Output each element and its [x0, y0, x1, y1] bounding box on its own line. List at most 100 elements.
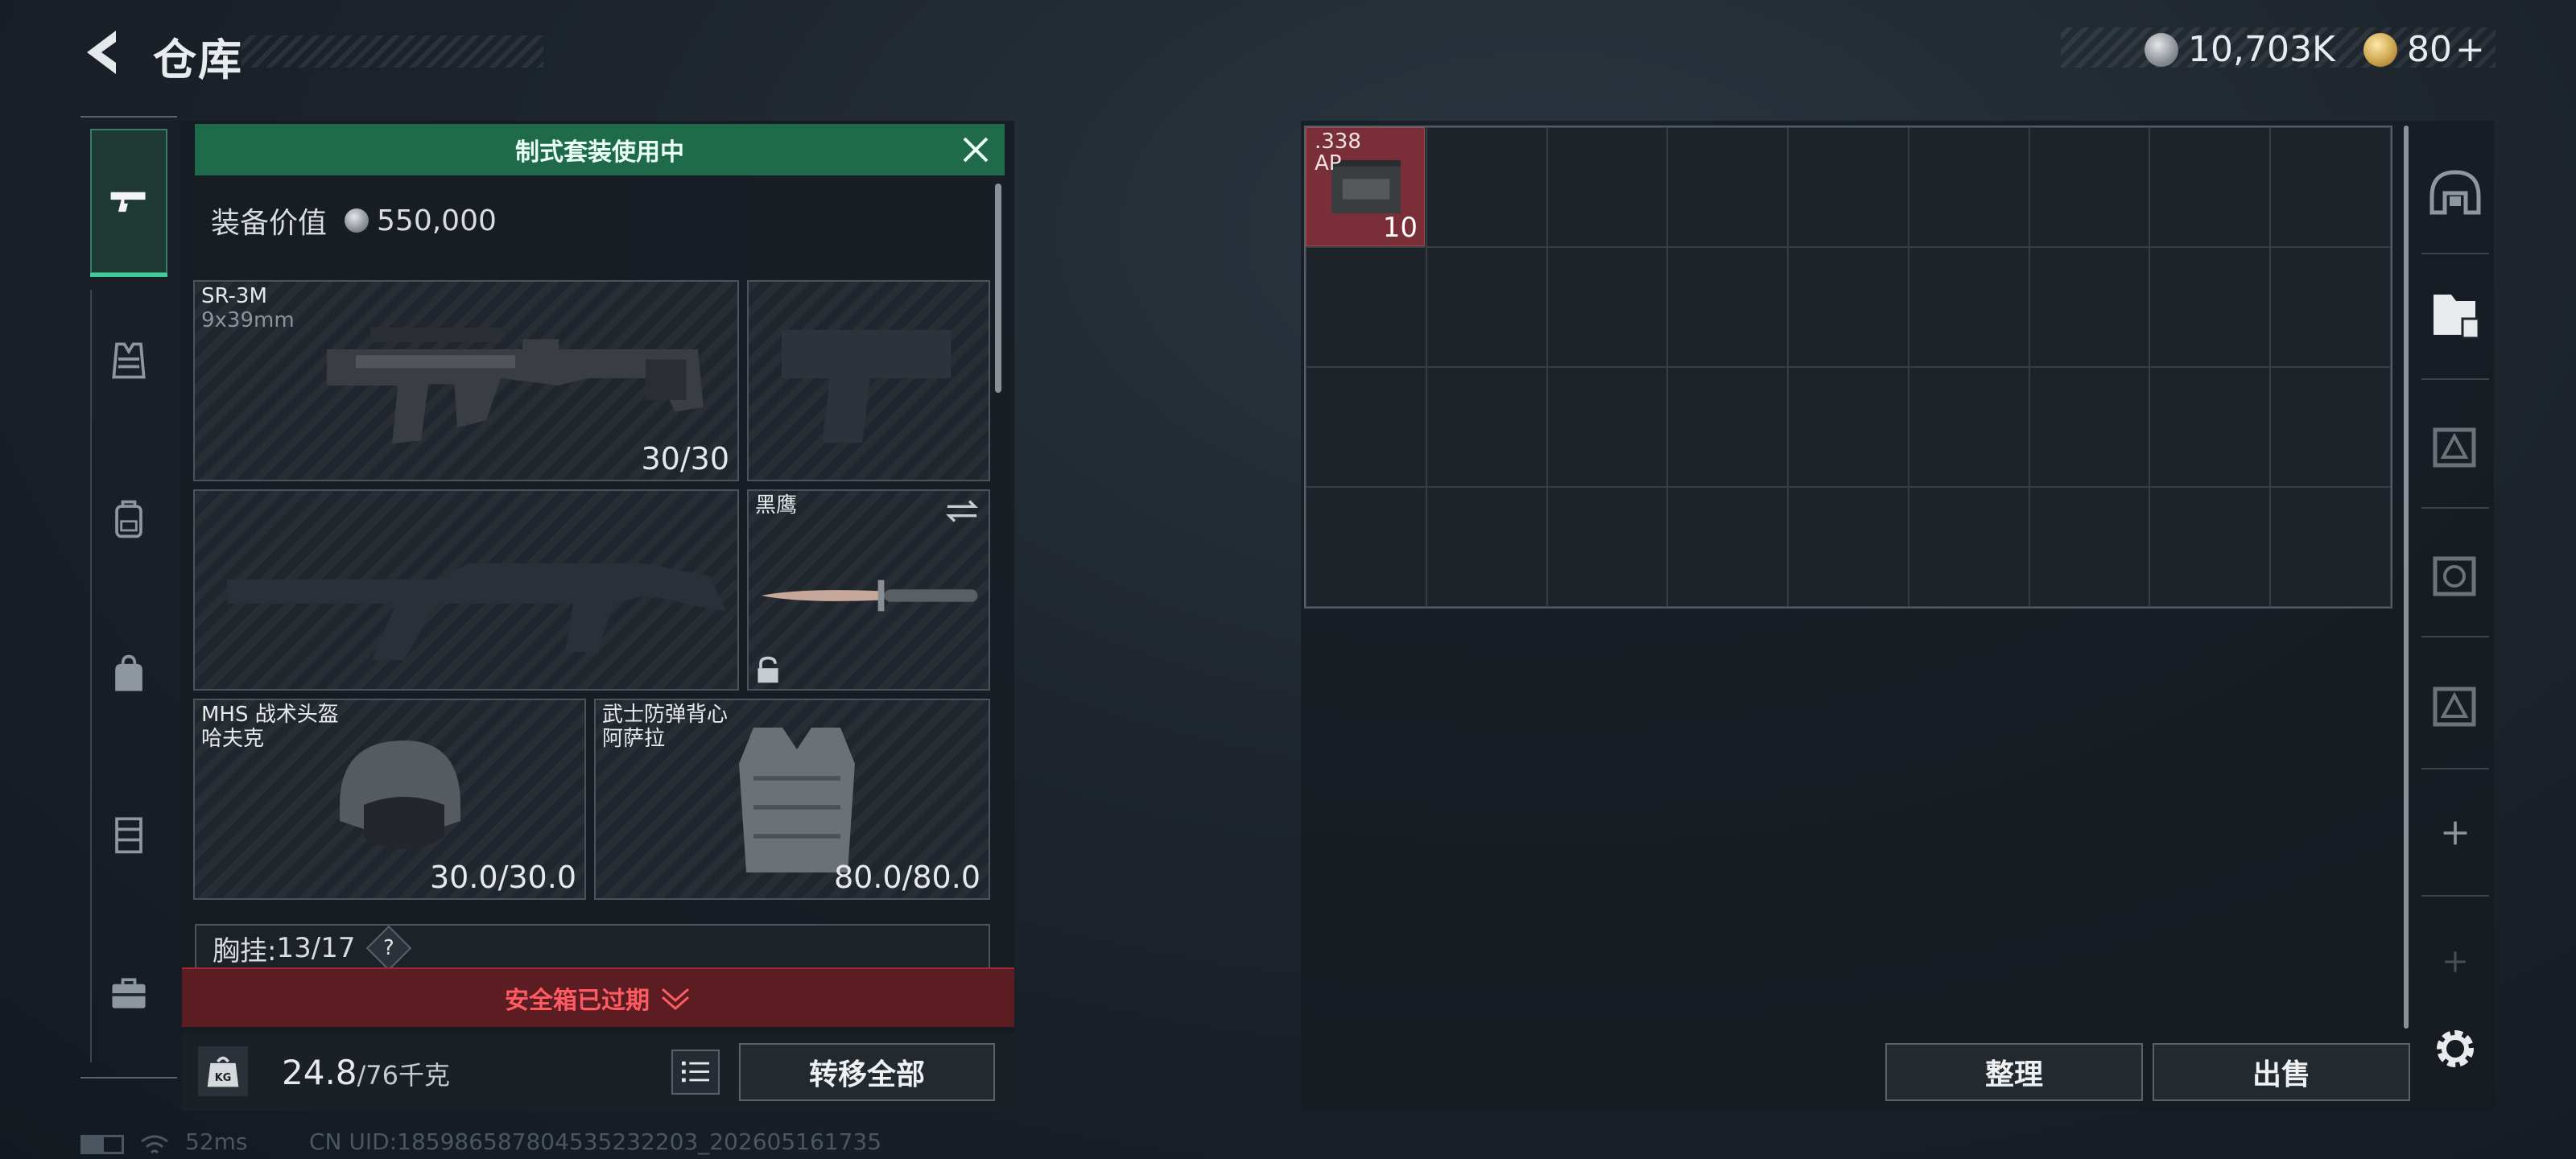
stash-cell[interactable]: [2149, 367, 2271, 487]
close-icon[interactable]: [958, 132, 993, 167]
category-weapons[interactable]: [90, 129, 167, 277]
pistol-icon: [110, 192, 146, 212]
stash-cell[interactable]: [2029, 127, 2150, 247]
add-container-button[interactable]: [2421, 789, 2489, 877]
stash-cell[interactable]: [1546, 367, 1668, 487]
stash-cell[interactable]: [1306, 487, 1426, 607]
user-id: CN UID:18598658780453523220​3_2026051617…: [309, 1128, 882, 1155]
rail-divider: [2421, 507, 2489, 509]
stash-cell[interactable]: [2149, 127, 2271, 247]
silver-coin-icon: [345, 208, 369, 233]
stash-cell[interactable]: [1426, 367, 1547, 487]
safebox-expired-banner[interactable]: 安全箱已过期: [182, 967, 1014, 1027]
armor-name: 武士防弹背心 阿萨拉: [602, 703, 729, 751]
silver-coin-icon: [2145, 32, 2178, 67]
helmet-slot[interactable]: MHS 战术头盔 哈夫克 30.0/30.0: [193, 699, 586, 900]
stash-cell[interactable]: [1908, 247, 2029, 367]
stash-grid: [1304, 126, 2392, 608]
stash-cell[interactable]: [2270, 367, 2391, 487]
chest-rig-row[interactable]: 胸挂: 13/17 ?: [195, 924, 990, 972]
stash-cell[interactable]: [2270, 487, 2391, 607]
help-icon[interactable]: ?: [366, 925, 412, 971]
loadout-scrollbar[interactable]: [995, 184, 1001, 393]
category-bag[interactable]: [90, 636, 167, 713]
stash-cell[interactable]: [1306, 247, 1426, 367]
swap-icon[interactable]: [943, 497, 980, 525]
sort-button[interactable]: 整理: [1885, 1043, 2143, 1101]
sell-button[interactable]: 出售: [2153, 1043, 2410, 1101]
container-tier-3-icon: [2433, 427, 2476, 468]
container-tab-active[interactable]: [2421, 270, 2489, 359]
stash-cell[interactable]: [2270, 247, 2391, 367]
settings-button[interactable]: [2421, 1004, 2489, 1093]
storage-room-tab[interactable]: [2421, 148, 2489, 237]
armor-vest-icon: [112, 342, 146, 379]
transfer-all-button[interactable]: 转移全部: [739, 1043, 995, 1101]
stash-cell[interactable]: [2029, 247, 2150, 367]
stash-cell[interactable]: [1908, 367, 2029, 487]
primary-weapon-slot[interactable]: SR-3M 9x39mm 30/30: [193, 280, 739, 481]
stash-cell[interactable]: [1788, 367, 1909, 487]
rail-divider: [2421, 253, 2489, 254]
stash-cell[interactable]: [1546, 127, 1668, 247]
container-tab-4[interactable]: [2421, 531, 2489, 620]
gold-amount: 80: [2407, 29, 2452, 70]
container-tier-4-icon: [2433, 556, 2476, 596]
stash-cell[interactable]: [1908, 487, 2029, 607]
stash-scrollbar[interactable]: [2404, 126, 2409, 1029]
helmet-name: MHS 战术头盔 哈夫克: [201, 703, 339, 751]
rifle-placeholder-icon: [227, 563, 726, 660]
stash-cell[interactable]: [1546, 247, 1668, 367]
ammo-item-name: .338 AP: [1315, 130, 1361, 176]
chest-rig-label: 胸挂:: [213, 934, 277, 967]
primary-weapon-ammo: 30/30: [641, 441, 729, 476]
gold-currency[interactable]: 80 +: [2363, 29, 2485, 70]
stash-cell[interactable]: [1546, 487, 1668, 607]
stash-cell[interactable]: [2149, 247, 2271, 367]
stash-cell[interactable]: [1667, 487, 1789, 607]
category-chest-rig[interactable]: [90, 795, 167, 872]
stash-cell[interactable]: [1667, 127, 1789, 247]
silver-amount: 10,703K: [2188, 29, 2335, 70]
stash-cell[interactable]: [1788, 247, 1909, 367]
stash-cell[interactable]: [1667, 247, 1789, 367]
container-tab-3[interactable]: [2421, 402, 2489, 491]
bag-icon: [115, 654, 142, 691]
chevron-down-icon: [662, 988, 689, 1010]
stash-cell[interactable]: [2149, 487, 2271, 607]
category-backpack[interactable]: [90, 480, 167, 557]
category-armor[interactable]: [90, 322, 167, 399]
melee-slot[interactable]: 黑鹰: [747, 489, 990, 691]
equipment-value-label: 装备价值: [211, 207, 328, 240]
equipment-value: 装备价值 550,000: [211, 200, 497, 241]
backpack-icon: [115, 500, 142, 538]
rail-bottom-divider: [80, 1077, 177, 1079]
secondary-weapon-slot[interactable]: [193, 489, 739, 691]
stash-cell[interactable]: [1306, 367, 1426, 487]
add-currency-icon[interactable]: +: [2455, 29, 2485, 70]
body-armor-slot[interactable]: 武士防弹背心 阿萨拉 80.0/80.0: [594, 699, 990, 900]
stash-cell[interactable]: [1426, 487, 1547, 607]
sidearm-slot[interactable]: [747, 280, 990, 481]
gold-coin-icon: [2363, 32, 2397, 67]
stash-cell[interactable]: [1788, 127, 1909, 247]
storage-room-icon: [2429, 170, 2481, 215]
briefcase-icon: [112, 978, 146, 1008]
lock-icon: [758, 656, 778, 683]
weight-icon: KG: [198, 1046, 248, 1096]
stash-cell[interactable]: [1667, 367, 1789, 487]
container-tab-5[interactable]: [2421, 662, 2489, 750]
stash-cell[interactable]: [1908, 127, 2029, 247]
stash-cell[interactable]: [2270, 127, 2391, 247]
stash-cell[interactable]: [1426, 127, 1547, 247]
helmet-durability: 30.0/30.0: [429, 860, 576, 895]
category-tools[interactable]: [90, 955, 167, 1032]
knife-image: [761, 580, 978, 612]
back-arrow-icon[interactable]: [77, 24, 126, 80]
ammo-item[interactable]: .338 AP 10: [1306, 127, 1425, 246]
stash-cell[interactable]: [1788, 487, 1909, 607]
list-view-button[interactable]: [671, 1050, 720, 1095]
stash-cell[interactable]: [2029, 367, 2150, 487]
stash-cell[interactable]: [1426, 247, 1547, 367]
stash-cell[interactable]: [2029, 487, 2150, 607]
